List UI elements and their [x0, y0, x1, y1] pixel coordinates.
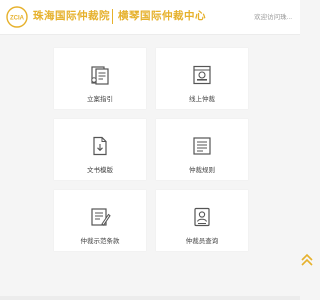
site-header: ZCIA 珠海国际仲裁院 横琴国际仲裁中心 欢迎访问珠... [0, 0, 300, 35]
card-arbitrator-search[interactable]: 仲裁员查询 [156, 190, 248, 251]
document-template-icon [93, 136, 107, 156]
logo-mark-text: ZCIA [10, 16, 25, 22]
card-label: 仲裁员查询 [185, 238, 219, 245]
card-label: 文书模版 [87, 167, 113, 174]
zcia-logo-icon[interactable]: ZCIA [6, 6, 28, 28]
footer-bar [0, 296, 300, 300]
card-document-templates[interactable]: 文书模版 [54, 119, 146, 180]
logo-divider [112, 9, 113, 24]
logo-subtitle-zh[interactable]: 横琴国际仲裁中心 [118, 8, 206, 23]
service-grid: 立案指引 线上仲裁 文书模版 仲裁规则 仲裁示范条款 仲裁员查询 [54, 48, 248, 251]
welcome-text: 欢迎访问珠... [254, 14, 292, 21]
card-online-arbitration[interactable]: 线上仲裁 [156, 48, 248, 109]
card-arbitration-rules[interactable]: 仲裁规则 [156, 119, 248, 180]
online-arbitration-icon [193, 65, 211, 85]
card-filing-guide[interactable]: 立案指引 [54, 48, 146, 109]
double-chevron-up-icon[interactable] [300, 252, 314, 268]
logo-title-zh[interactable]: 珠海国际仲裁院 [33, 8, 110, 23]
arbitrator-search-icon [194, 207, 210, 227]
guide-document-icon [91, 66, 109, 85]
card-label: 仲裁示范条款 [80, 238, 120, 245]
card-label: 线上仲裁 [189, 96, 215, 103]
model-clause-icon [91, 208, 111, 226]
card-label: 立案指引 [87, 96, 113, 103]
arbitration-rules-icon [193, 137, 211, 155]
card-label: 仲裁规则 [189, 167, 215, 174]
card-model-clause[interactable]: 仲裁示范条款 [54, 190, 146, 251]
